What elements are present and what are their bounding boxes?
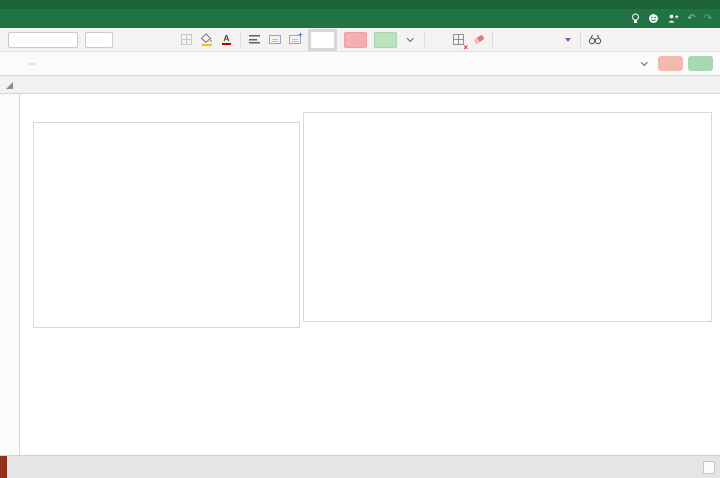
font-size-select[interactable] <box>85 32 113 48</box>
column-header-row <box>0 76 720 94</box>
font-name-select[interactable] <box>8 32 78 48</box>
insert-cells-button[interactable]: + <box>288 31 301 49</box>
filter-button[interactable] <box>560 31 573 49</box>
autosum-button[interactable] <box>500 31 513 49</box>
cell-style-bad-chip[interactable] <box>344 32 367 48</box>
bold-button[interactable] <box>120 31 133 49</box>
formula-bar <box>0 52 720 76</box>
confirm-entry-button[interactable] <box>688 56 713 71</box>
sort-ascending-button[interactable] <box>520 31 533 49</box>
sheet-tab-bar <box>0 455 720 478</box>
select-all-corner[interactable] <box>6 82 13 89</box>
insert-cells-icon: + <box>289 35 301 44</box>
borders-button[interactable] <box>180 31 193 49</box>
formula-input[interactable] <box>26 63 38 65</box>
spreadsheet-grid[interactable] <box>0 94 720 455</box>
toolbar-separator <box>240 32 241 47</box>
cell-style-default-chip <box>311 32 334 48</box>
font-color-button[interactable]: A <box>220 31 233 49</box>
ribbon-right-icons: ↶ ↷ <box>631 9 720 28</box>
home-toolbar: A + × <box>0 28 720 52</box>
align-left-icon <box>249 35 260 44</box>
chevron-down-icon <box>407 35 413 41</box>
number-format-button[interactable] <box>432 31 445 49</box>
cell-style-good-chip[interactable] <box>374 32 397 48</box>
cancel-entry-button[interactable] <box>658 56 683 71</box>
excel-app-window: ↶ ↷ A + <box>0 0 720 478</box>
italic-button[interactable] <box>140 31 153 49</box>
lightbulb-tell-me-icon[interactable] <box>631 13 640 24</box>
row-header-gutter <box>0 94 20 455</box>
formula-dropdown-chevron-icon[interactable] <box>641 59 647 65</box>
scrolled-sheet-tab-edge[interactable] <box>0 456 7 478</box>
formula-range-chip[interactable] <box>29 63 35 65</box>
delete-cells-button[interactable]: × <box>452 31 465 49</box>
share-icon[interactable] <box>667 13 679 24</box>
status-sum-badge[interactable] <box>703 461 715 474</box>
bar-chart-card[interactable] <box>303 112 712 322</box>
find-button[interactable] <box>588 31 602 49</box>
cell-styles-dropdown[interactable] <box>404 31 417 49</box>
redo-icon[interactable]: ↷ <box>704 14 712 24</box>
undo-icon[interactable]: ↶ <box>687 14 695 24</box>
ribbon-tab-bar: ↶ ↷ <box>0 9 720 28</box>
window-title <box>0 0 720 9</box>
sort-descending-button[interactable] <box>540 31 553 49</box>
fill-color-button[interactable] <box>200 31 213 49</box>
wrap-text-icon <box>269 35 281 44</box>
align-button[interactable] <box>248 31 261 49</box>
pie-chart-card[interactable] <box>33 122 300 328</box>
underline-button[interactable] <box>160 31 173 49</box>
toolbar-separator <box>580 32 581 47</box>
filter-funnel-icon <box>565 38 571 42</box>
font-color-icon: A <box>222 34 231 46</box>
binoculars-icon <box>588 34 602 45</box>
eraser-icon <box>473 35 484 45</box>
feedback-smiley-icon[interactable] <box>648 13 659 24</box>
fill-bucket-icon <box>200 33 213 47</box>
borders-icon <box>181 34 192 45</box>
cell-style-selected[interactable] <box>308 29 337 51</box>
toolbar-separator <box>492 32 493 47</box>
clear-button[interactable] <box>472 31 485 49</box>
toolbar-separator <box>424 32 425 47</box>
wrap-text-button[interactable] <box>268 31 281 49</box>
